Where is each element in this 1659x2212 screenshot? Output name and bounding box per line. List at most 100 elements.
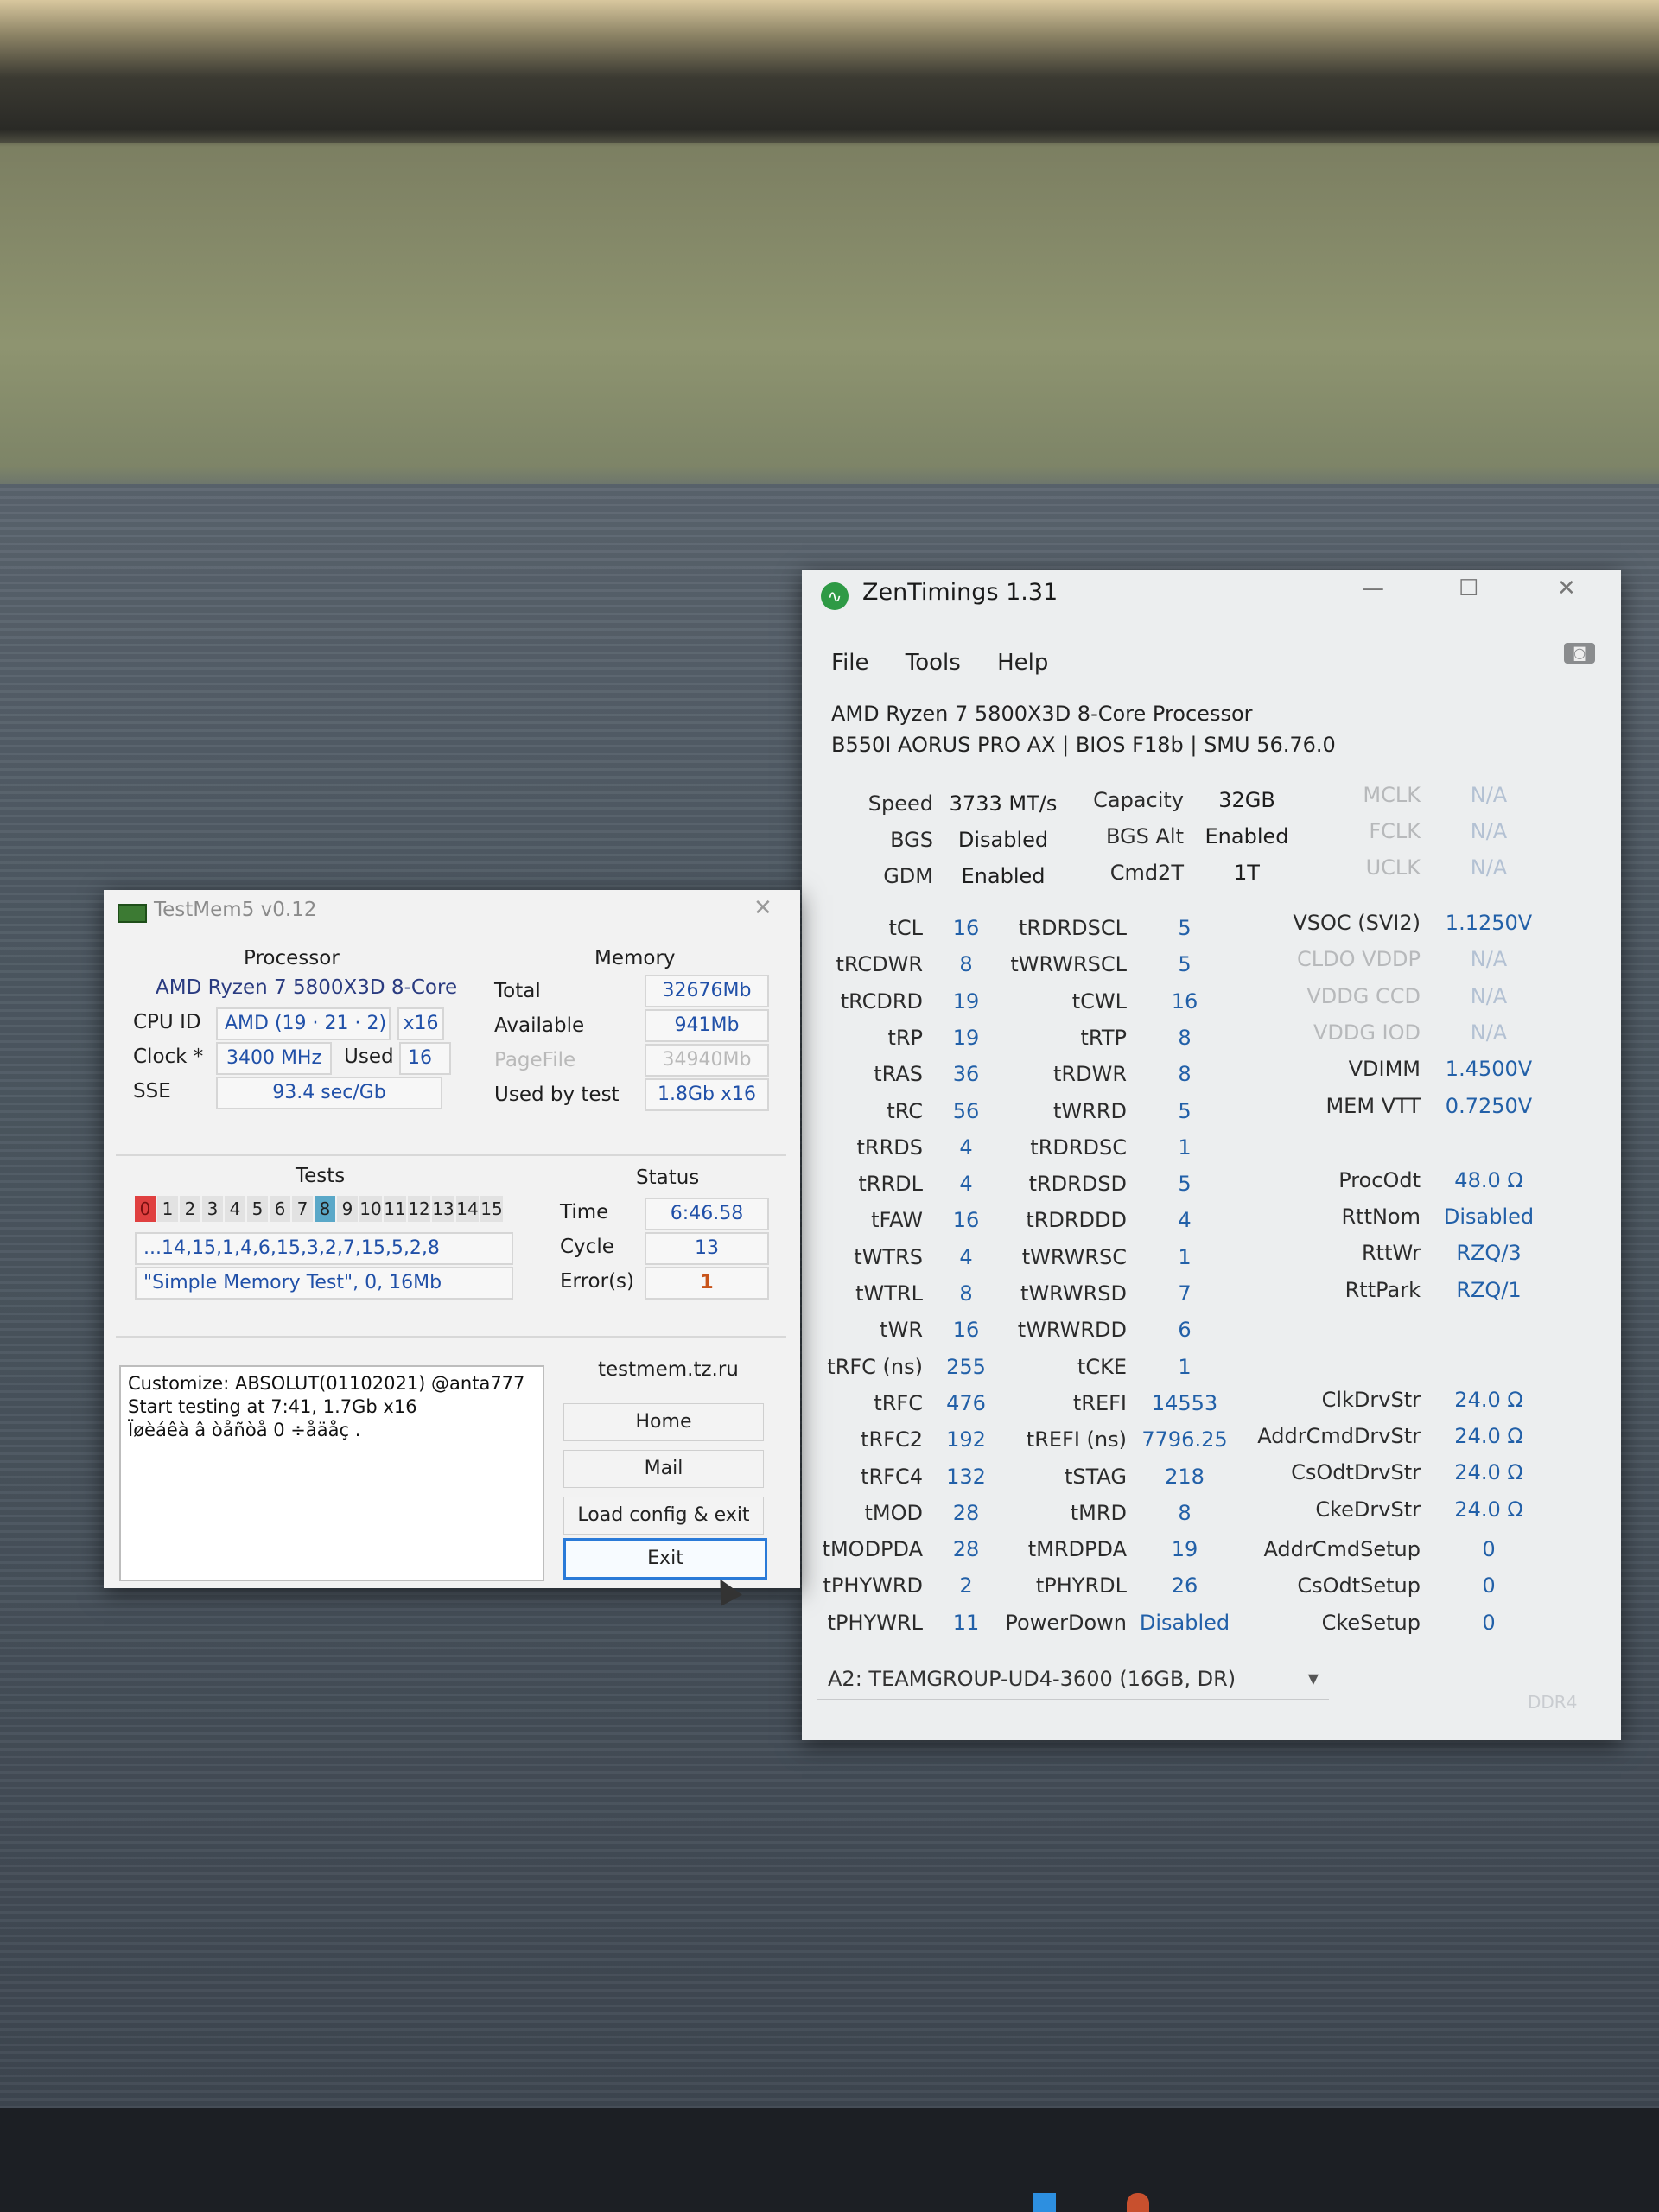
procodt-value: 48.0 Ω xyxy=(1454,1167,1523,1192)
powerdown-label: PowerDown xyxy=(1005,1610,1127,1635)
cmd2t-value: 1T xyxy=(1234,861,1260,885)
fclk-label: FCLK xyxy=(1369,819,1421,843)
trdwr-label: tRDWR xyxy=(1053,1062,1127,1087)
trrds-label: tRRDS xyxy=(856,1135,923,1160)
addrcmdsetup-value: 0 xyxy=(1482,1537,1496,1562)
minimize-icon[interactable]: — xyxy=(1362,575,1384,601)
bgs-value: Disabled xyxy=(957,828,1049,852)
twrwrsd-value: 7 xyxy=(1178,1281,1192,1306)
close-icon[interactable]: ✕ xyxy=(1557,575,1576,601)
board-info: B550I AORUS PRO AX | BIOS F18b | SMU 56.… xyxy=(831,733,1336,757)
menu-help[interactable]: Help xyxy=(997,650,1048,676)
tmod-label: tMOD xyxy=(864,1500,924,1525)
tras-label: tRAS xyxy=(874,1062,923,1087)
clock-value: 3400 MHz xyxy=(216,1042,332,1075)
test-cell-6: 6 xyxy=(270,1196,290,1222)
start-icon[interactable] xyxy=(1033,2193,1056,2212)
ckesetup-label: CkeSetup xyxy=(1321,1610,1421,1635)
zentimings-titlebar[interactable]: ∿ ZenTimings 1.31 — ☐ ✕ xyxy=(802,570,1621,612)
trcdrd-value: 19 xyxy=(952,988,980,1014)
capacity-value: 32GB xyxy=(1218,788,1275,812)
rttpark-label: RttPark xyxy=(1344,1277,1421,1302)
clock-label: Clock * xyxy=(133,1046,204,1068)
test-name: "Simple Memory Test", 0, 16Mb xyxy=(135,1267,513,1300)
pagefile-value: 34940Mb xyxy=(645,1044,769,1077)
mail-button[interactable]: Mail xyxy=(563,1450,764,1488)
memory-type: DDR4 xyxy=(1528,1692,1578,1713)
errors-label: Error(s) xyxy=(560,1270,634,1293)
monitor-bezel-top xyxy=(0,0,1659,143)
bgs-label: BGS xyxy=(890,828,933,852)
trfc2-label: tRFC2 xyxy=(861,1427,923,1452)
tcwl-value: 16 xyxy=(1171,988,1198,1014)
trrdl-value: 4 xyxy=(959,1172,973,1197)
vddg-iod-label: VDDG IOD xyxy=(1313,1020,1421,1045)
testmem-title: TestMem5 v0.12 xyxy=(154,899,317,921)
twrrd-label: tWRRD xyxy=(1053,1098,1127,1123)
bgsalt-label: BGS Alt xyxy=(1106,824,1184,849)
addrcmddrvstr-value: 24.0 Ω xyxy=(1454,1423,1523,1448)
divider xyxy=(116,1336,786,1338)
csodtsetup-label: CsOdtSetup xyxy=(1297,1573,1421,1599)
trdrdscl-value: 5 xyxy=(1178,916,1192,940)
pagefile-label: PageFile xyxy=(494,1049,576,1071)
exit-button[interactable]: Exit xyxy=(563,1538,767,1580)
testmem-titlebar[interactable]: TestMem5 v0.12 ✕ xyxy=(104,890,800,931)
trfc4-label: tRFC4 xyxy=(861,1464,923,1489)
tphywrd-value: 2 xyxy=(959,1573,973,1599)
twrwrsc-value: 1 xyxy=(1178,1244,1192,1269)
test-cell-14: 14 xyxy=(456,1196,479,1222)
used-value: 16 xyxy=(399,1042,451,1075)
mclk-value: N/A xyxy=(1470,783,1508,807)
trfc-ns-value: 255 xyxy=(946,1354,986,1379)
screenshot-camera-icon[interactable]: ◙ xyxy=(1564,643,1595,664)
zentimings-app-icon: ∿ xyxy=(821,582,849,610)
home-button[interactable]: Home xyxy=(563,1403,764,1441)
divider xyxy=(116,1154,786,1156)
tmrd-label: tMRD xyxy=(1070,1500,1127,1525)
ckedrvstr-label: CkeDrvStr xyxy=(1315,1497,1421,1522)
cycle-value: 13 xyxy=(645,1232,769,1265)
clkdrvstr-value: 24.0 Ω xyxy=(1454,1387,1523,1412)
testmem-app-icon xyxy=(118,904,147,923)
trfc4-value: 132 xyxy=(946,1464,986,1489)
site-link[interactable]: testmem.tz.ru xyxy=(598,1358,739,1381)
twr-value: 16 xyxy=(952,1318,980,1343)
taskbar-app-icon[interactable] xyxy=(1127,2193,1149,2212)
csodtsetup-value: 0 xyxy=(1482,1573,1496,1599)
close-icon[interactable]: ✕ xyxy=(753,895,772,921)
trdrdsd-label: tRDRDSD xyxy=(1028,1172,1127,1197)
trtp-value: 8 xyxy=(1178,1025,1192,1050)
speed-value: 3733 MT/s xyxy=(949,791,1058,816)
uclk-label: UCLK xyxy=(1365,855,1421,880)
trdrddd-value: 4 xyxy=(1178,1208,1192,1233)
vddg-ccd-value: N/A xyxy=(1470,983,1508,1008)
fclk-value: N/A xyxy=(1470,819,1508,843)
processor-name: AMD Ryzen 7 5800X3D 8-Core xyxy=(156,976,458,999)
mem-vtt-value: 0.7250V xyxy=(1445,1093,1533,1118)
test-cell-2: 2 xyxy=(180,1196,200,1222)
maximize-icon[interactable]: ☐ xyxy=(1459,575,1478,601)
menu-file[interactable]: File xyxy=(831,650,869,676)
tphywrd-label: tPHYWRD xyxy=(823,1573,923,1599)
test-cell-11: 11 xyxy=(384,1196,406,1222)
rttwr-label: RttWr xyxy=(1361,1241,1421,1266)
dimm-selector-value: A2: TEAMGROUP-UD4-3600 (16GB, DR) xyxy=(828,1667,1236,1691)
vddg-iod-value: N/A xyxy=(1470,1020,1508,1045)
dimm-selector[interactable]: A2: TEAMGROUP-UD4-3600 (16GB, DR) ▼ xyxy=(817,1659,1329,1700)
trdwr-value: 8 xyxy=(1178,1062,1192,1087)
log-output[interactable]: Customize: ABSOLUT(01102021) @anta777 St… xyxy=(119,1365,544,1581)
processor-header: Processor xyxy=(244,947,340,969)
vddg-ccd-label: VDDG CCD xyxy=(1306,983,1421,1008)
status-header: Status xyxy=(636,1166,700,1189)
tcke-value: 1 xyxy=(1178,1354,1192,1379)
test-cell-1: 1 xyxy=(157,1196,178,1222)
csodtdrvstr-value: 24.0 Ω xyxy=(1454,1460,1523,1485)
trdrdsd-value: 5 xyxy=(1178,1172,1192,1197)
menu-tools[interactable]: Tools xyxy=(906,650,961,676)
tcke-label: tCKE xyxy=(1077,1354,1127,1379)
uclk-value: N/A xyxy=(1470,855,1508,880)
load-config-exit-button[interactable]: Load config & exit xyxy=(563,1497,764,1535)
vsoc-svi2-label: VSOC (SVI2) xyxy=(1293,911,1421,935)
trtp-label: tRTP xyxy=(1080,1025,1127,1050)
